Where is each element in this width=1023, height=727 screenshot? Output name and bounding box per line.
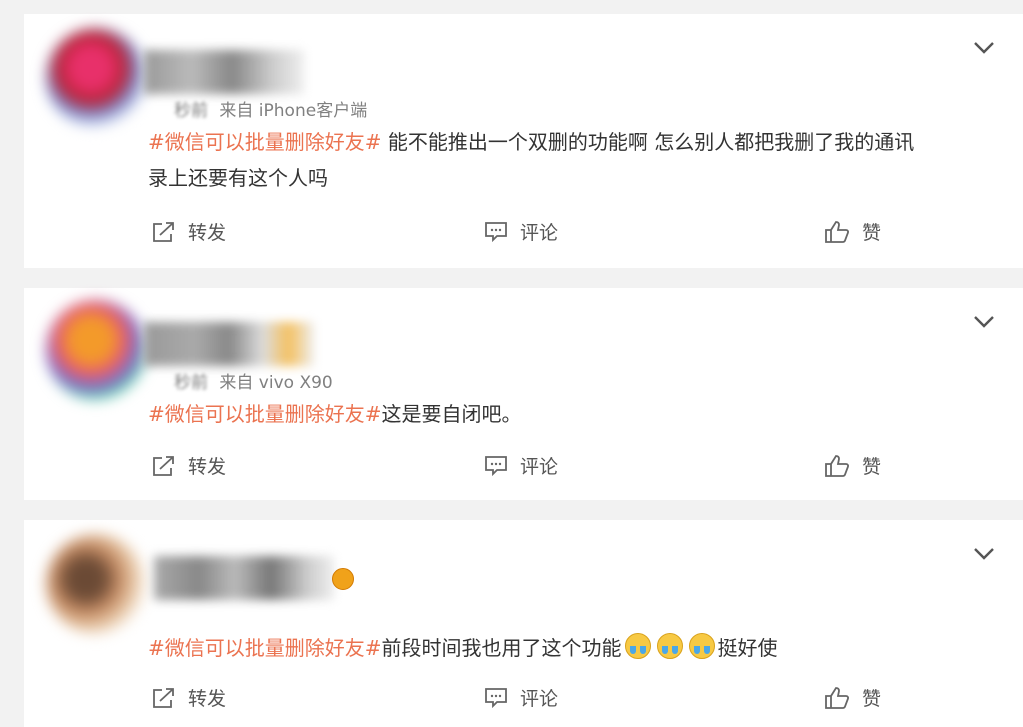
avatar[interactable] (46, 300, 146, 400)
comment-text-line: 录上还要有这个人吗 (148, 166, 328, 190)
avatar[interactable] (46, 534, 146, 634)
comment-text-line: 前段时间我也用了这个功能 (381, 636, 622, 660)
share-arrow-icon (153, 221, 174, 242)
hashtag-link[interactable]: #微信可以批量删除好友# (148, 130, 382, 154)
comment-card: #微信可以批量删除好友#前段时间我也用了这个功能 挺好使 转发 评论 赞 (24, 520, 1023, 727)
source-label: 来自 iPhone客户端 (219, 101, 368, 121)
repost-label: 转发 (188, 688, 227, 710)
like-button[interactable]: 赞 (824, 452, 881, 479)
comment-label: 评论 (520, 688, 559, 710)
action-bar: 转发 评论 赞 (24, 452, 1023, 492)
comment-text: #微信可以批量删除好友#这是要自闭吧。 (148, 396, 988, 432)
comment-text: #微信可以批量删除好友# 能不能推出一个双删的功能啊 怎么别人都把我删了我的通讯… (148, 124, 988, 196)
comment-text: #微信可以批量删除好友#前段时间我也用了这个功能 挺好使 (148, 630, 988, 666)
comment-button[interactable]: 评论 (484, 218, 558, 245)
comment-bubble-icon (485, 221, 507, 242)
comment-label: 评论 (520, 222, 559, 244)
chevron-down-icon[interactable] (971, 312, 997, 332)
comment-button[interactable]: 评论 (484, 452, 558, 479)
repost-label: 转发 (188, 456, 227, 478)
comment-text-line: 挺好使 (717, 636, 778, 660)
repost-button[interactable]: 转发 (152, 684, 226, 711)
comment-card: 秒前 来自 iPhone客户端 #微信可以批量删除好友# 能不能推出一个双删的功… (24, 14, 1023, 268)
source-label: 来自 vivo X90 (219, 373, 333, 393)
like-button[interactable]: 赞 (824, 684, 881, 711)
comment-bubble-icon (485, 687, 507, 708)
like-button[interactable]: 赞 (824, 218, 881, 245)
repost-button[interactable]: 转发 (152, 452, 226, 479)
chevron-down-icon[interactable] (971, 544, 997, 564)
comment-meta: 秒前 来自 vivo X90 (174, 368, 333, 393)
hashtag-link[interactable]: #微信可以批量删除好友# (148, 636, 382, 660)
thumbs-up-icon (825, 454, 850, 477)
comment-bubble-icon (485, 455, 507, 476)
action-bar: 转发 评论 赞 (24, 684, 1023, 724)
share-arrow-icon (153, 455, 174, 476)
crying-face-emoji-icon (624, 633, 651, 659)
share-arrow-icon (153, 687, 174, 708)
crying-face-emoji-icon (688, 633, 715, 659)
timestamp: 秒前 (174, 373, 208, 393)
repost-label: 转发 (188, 222, 227, 244)
username[interactable] (144, 50, 304, 94)
comment-card: 秒前 来自 vivo X90 #微信可以批量删除好友#这是要自闭吧。 转发 评论… (24, 288, 1023, 500)
username[interactable] (154, 556, 334, 600)
avatar[interactable] (46, 28, 146, 128)
timestamp: 秒前 (174, 101, 208, 121)
user-badge-icon (332, 568, 354, 590)
like-label: 赞 (862, 456, 882, 478)
like-label: 赞 (862, 222, 882, 244)
thumbs-up-icon (825, 220, 850, 243)
chevron-down-icon[interactable] (971, 38, 997, 58)
like-label: 赞 (862, 688, 882, 710)
comment-label: 评论 (520, 456, 559, 478)
comment-text-line: 能不能推出一个双删的功能啊 怎么别人都把我删了我的通讯 (381, 130, 915, 154)
hashtag-link[interactable]: #微信可以批量删除好友# (148, 402, 382, 426)
comment-meta: 秒前 来自 iPhone客户端 (174, 96, 367, 121)
thumbs-up-icon (825, 686, 850, 709)
username[interactable] (144, 322, 314, 366)
comment-button[interactable]: 评论 (484, 684, 558, 711)
action-bar: 转发 评论 赞 (24, 218, 1023, 258)
crying-face-emoji-icon (656, 633, 683, 659)
comment-text-line: 这是要自闭吧。 (381, 402, 522, 426)
repost-button[interactable]: 转发 (152, 218, 226, 245)
